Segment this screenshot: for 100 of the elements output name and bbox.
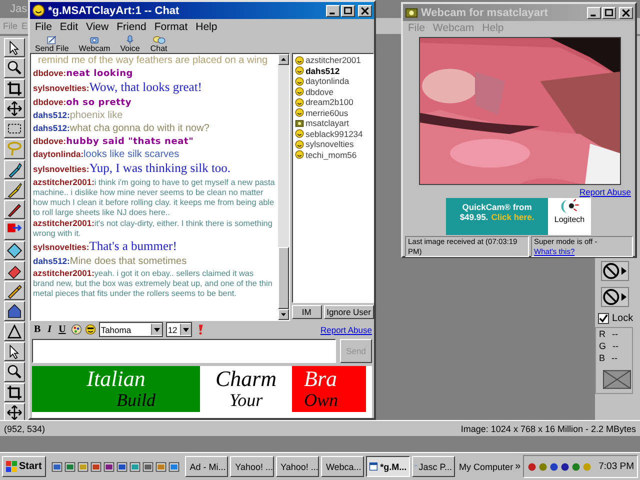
user-list-item[interactable]: techi_mom56 [294,150,371,160]
brush-icon[interactable] [4,180,24,200]
more-button[interactable]: » [515,461,521,472]
taskbar-button[interactable]: Jasc P... [412,456,456,477]
selection-icon[interactable] [4,119,24,138]
taskbar-button[interactable]: Ad - Mi... [184,456,228,477]
window-title: *g.MSATClayArt:1 -- Chat [48,4,180,16]
tray-icon[interactable] [570,462,581,472]
quick-launch-icon[interactable] [50,460,63,474]
user-list-item[interactable]: msatclayart [294,118,371,128]
user-list-item[interactable]: dream2b100 [294,97,371,108]
window-icon [369,461,378,472]
house-icon[interactable] [4,301,24,321]
scroll-up-icon[interactable] [278,54,289,65]
magnifier-icon[interactable] [4,58,24,78]
format-button[interactable]: B [32,324,43,335]
windows-logo-icon [6,461,17,472]
diamond-icon[interactable] [4,240,24,260]
minimize-icon[interactable] [326,4,340,16]
smiley-icon[interactable] [84,324,96,335]
ignore-user-button[interactable]: Ignore User [324,305,374,319]
check-icon [599,314,608,323]
quick-launch-icon[interactable] [116,460,128,474]
quick-launch-icon[interactable] [76,460,89,474]
start-button[interactable]: Start [2,456,46,477]
triangle-icon[interactable] [4,322,24,341]
menu-item[interactable]: Format [154,21,188,33]
taskbar-button[interactable]: Webca... [320,456,364,477]
pen-icon[interactable] [4,200,24,220]
user-list-item[interactable]: azstitcher2001 [294,55,371,66]
toolbar-button[interactable]: Chat [148,35,170,53]
maximize-icon[interactable] [602,6,616,18]
format-button[interactable]: I [46,324,54,335]
toolbar-button[interactable]: Send File [33,35,71,53]
address-toolbar-label[interactable]: My Computer [459,462,514,472]
close-icon[interactable] [358,4,372,16]
lock-checkbox[interactable] [598,313,609,324]
move-icon[interactable] [4,98,24,118]
report-abuse-link[interactable]: Report Abuse [320,324,372,334]
tray-icon[interactable] [560,462,570,472]
maximize-icon[interactable] [341,4,355,16]
font-dropdown[interactable]: Tahoma [98,322,163,337]
image-info: Image: 1024 x 768 x 16 Million - 2.2 MBytes [460,424,636,434]
pencil-icon[interactable] [4,281,24,300]
menu-item[interactable]: File [35,21,52,33]
clock: 7:03 PM [598,461,634,472]
banner-text: Your [229,390,263,410]
user-list-item[interactable]: sylsnovelties [294,139,371,150]
quick-launch-icon[interactable] [90,460,102,474]
chat-message: dbdove:oh so pretty [33,96,133,109]
report-abuse-link[interactable]: Report Abuse [579,187,631,197]
im-button[interactable]: IM [292,305,322,319]
move-icon[interactable] [4,402,24,422]
close-icon[interactable] [619,6,633,18]
taskbar-button[interactable]: Yahoo! ... [276,456,319,477]
menu-item[interactable]: Friend [116,21,146,33]
size-dropdown[interactable]: 12 [166,322,192,337]
message-input[interactable] [32,339,336,363]
toolbar-button[interactable]: Voice [118,35,142,53]
taskbar-button[interactable]: *g.M... [366,456,410,477]
quick-launch-icon[interactable] [102,460,115,474]
dropper-icon[interactable] [4,160,24,179]
tray-icon[interactable] [548,462,559,472]
ad-price: $49.95. [460,212,488,222]
smiley-icon [294,140,304,149]
chat-message: sylsnovelties:Wow, that looks great! [33,80,203,96]
menu-item[interactable]: View [86,21,109,33]
toolbar-button[interactable]: Webcam [76,35,112,53]
smiley-icon [294,87,304,96]
crop-icon[interactable] [4,78,24,98]
taskbar-button[interactable]: Yahoo! ... [230,456,274,477]
prohibited-icon[interactable] [601,287,629,307]
format-button[interactable]: U [56,324,68,335]
quick-launch-icon[interactable] [168,460,180,474]
quick-launch-icon[interactable] [142,460,154,474]
user-list-item[interactable]: merrie60us [294,108,371,118]
menu-item[interactable]: Help [196,21,218,33]
user-list-item[interactable]: seblack991234 [294,128,371,139]
eraser-icon[interactable] [4,260,24,280]
prohibited-icon[interactable] [601,261,629,281]
lasso-icon[interactable] [4,139,24,159]
smiley-icon [294,98,304,107]
user-list-item[interactable]: daytonlinda [294,76,371,86]
palette-icon[interactable] [70,324,82,335]
magnifier-icon[interactable] [4,362,24,382]
user-list-item[interactable]: dahs512 [294,66,371,76]
tray-icon[interactable] [526,462,537,472]
quick-launch-icon[interactable] [154,460,167,474]
ad-banner[interactable]: Italian Build Charm Your Bra Own [32,366,372,418]
clone-icon[interactable] [4,220,24,240]
camera-icon [294,118,304,128]
crop-icon[interactable] [4,382,24,402]
minimize-icon[interactable] [587,6,601,18]
menu-item[interactable]: Edit [60,21,78,33]
banner-text: Charm [215,368,277,390]
scroll-down-icon[interactable] [278,309,289,320]
scrollbar-thumb[interactable] [278,247,289,309]
quick-launch-icon[interactable] [128,460,141,474]
quick-launch-icon[interactable] [64,460,76,474]
user-list-item[interactable]: dbdove [294,86,371,97]
